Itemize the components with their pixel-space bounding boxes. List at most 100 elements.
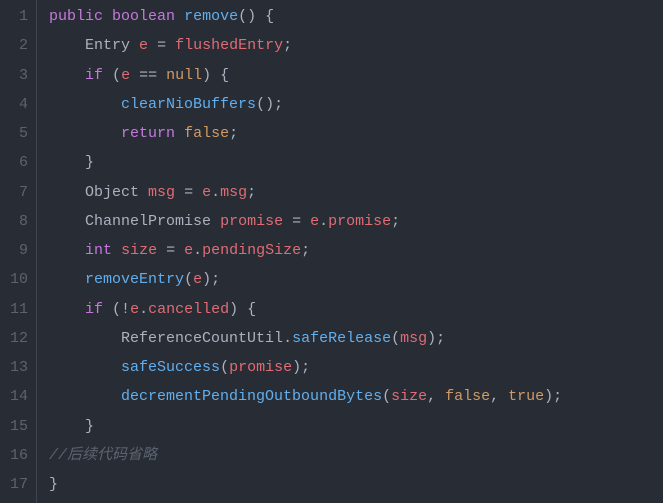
code-line: int size = e.pendingSize; (49, 236, 562, 265)
token-lit: null (166, 67, 202, 84)
token-punct: ( (391, 330, 400, 347)
token-id: e (139, 37, 148, 54)
token-id: msg (400, 330, 427, 347)
token-plain (49, 125, 121, 142)
code-line: decrementPendingOutboundBytes(size, fals… (49, 382, 562, 411)
token-plain (49, 213, 85, 230)
token-punct: , (490, 388, 508, 405)
code-line: if (!e.cancelled) { (49, 295, 562, 324)
token-kw: if (85, 67, 103, 84)
token-plain (49, 184, 85, 201)
token-id: e (130, 301, 139, 318)
token-id: msg (220, 184, 247, 201)
token-id: e (202, 184, 211, 201)
code-line: } (49, 148, 562, 177)
token-punct: , (427, 388, 445, 405)
token-kw: return (121, 125, 175, 142)
line-number: 9 (10, 236, 28, 265)
token-plain: ReferenceCountUtil (121, 330, 283, 347)
code-line: //后续代码省略 (49, 441, 562, 470)
token-punct: ( (220, 359, 229, 376)
line-number: 1 (10, 2, 28, 31)
token-id: flushedEntry (175, 37, 283, 54)
token-punct: ; (229, 125, 238, 142)
token-punct: () { (238, 8, 274, 25)
line-number: 7 (10, 178, 28, 207)
code-line: } (49, 470, 562, 499)
token-id: promise (328, 213, 391, 230)
token-plain: = (157, 242, 184, 259)
token-plain: = (175, 184, 202, 201)
token-plain: = (283, 213, 310, 230)
token-plain (49, 301, 85, 318)
token-fn: safeRelease (292, 330, 391, 347)
token-id: e (310, 213, 319, 230)
token-bool: true (508, 388, 544, 405)
token-comment: //后续代码省略 (49, 447, 157, 464)
token-punct: ) { (202, 67, 229, 84)
token-punct: . (139, 301, 148, 318)
token-punct: . (283, 330, 292, 347)
code-line: if (e == null) { (49, 61, 562, 90)
token-id: promise (220, 213, 283, 230)
token-punct: } (49, 154, 94, 171)
token-punct: . (319, 213, 328, 230)
code-line: } (49, 412, 562, 441)
token-id: size (391, 388, 427, 405)
token-fn: safeSuccess (121, 359, 220, 376)
token-id: e (184, 242, 193, 259)
line-number-gutter: 1234567891011121314151617 (0, 0, 37, 503)
token-punct: ; (247, 184, 256, 201)
token-id: e (193, 271, 202, 288)
code-line: Entry e = flushedEntry; (49, 31, 562, 60)
line-number: 16 (10, 441, 28, 470)
line-number: 17 (10, 470, 28, 499)
line-number: 8 (10, 207, 28, 236)
token-punct: ( (382, 388, 391, 405)
code-line: removeEntry(e); (49, 265, 562, 294)
code-line: return false; (49, 119, 562, 148)
code-line: Object msg = e.msg; (49, 178, 562, 207)
token-punct: ; (301, 242, 310, 259)
token-plain (49, 330, 121, 347)
token-plain (49, 271, 85, 288)
token-plain: = (148, 37, 175, 54)
token-punct: ( (184, 271, 193, 288)
line-number: 6 (10, 148, 28, 177)
token-fn: remove (184, 8, 238, 25)
code-area[interactable]: public boolean remove() { Entry e = flus… (37, 0, 562, 503)
token-punct: } (49, 418, 94, 435)
line-number: 3 (10, 61, 28, 90)
token-punct: ); (427, 330, 445, 347)
token-punct: ; (391, 213, 400, 230)
token-plain: Object (85, 184, 148, 201)
token-plain (49, 388, 121, 405)
code-line: safeSuccess(promise); (49, 353, 562, 382)
token-id: size (121, 242, 157, 259)
token-kw: if (85, 301, 103, 318)
token-plain (112, 242, 121, 259)
token-punct: (); (256, 96, 283, 113)
token-plain (49, 359, 121, 376)
token-plain (49, 242, 85, 259)
token-plain (49, 37, 85, 54)
token-fn: decrementPendingOutboundBytes (121, 388, 382, 405)
line-number: 2 (10, 31, 28, 60)
line-number: 10 (10, 265, 28, 294)
code-line: ChannelPromise promise = e.promise; (49, 207, 562, 236)
token-bool: false (445, 388, 490, 405)
token-plain (49, 67, 85, 84)
token-punct: ); (292, 359, 310, 376)
token-id: e (121, 67, 130, 84)
token-id: promise (229, 359, 292, 376)
token-plain (175, 8, 184, 25)
token-plain: == (130, 67, 166, 84)
token-punct: . (211, 184, 220, 201)
token-punct: ); (202, 271, 220, 288)
line-number: 4 (10, 90, 28, 119)
token-punct: ) { (229, 301, 256, 318)
token-plain: Entry (85, 37, 139, 54)
line-number: 14 (10, 382, 28, 411)
token-fn: clearNioBuffers (121, 96, 256, 113)
token-plain: ChannelPromise (85, 213, 220, 230)
